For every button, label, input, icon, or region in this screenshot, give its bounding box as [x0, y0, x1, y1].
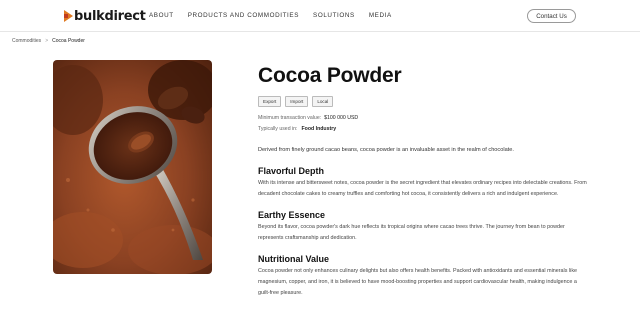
contact-us-button[interactable]: Contact Us: [527, 9, 576, 23]
tag-export: Export: [258, 96, 282, 107]
typically-used-value: Food Industry: [301, 126, 337, 132]
site-header: bulkdirect ABOUT PRODUCTS AND COMMODITIE…: [0, 0, 640, 32]
breadcrumb-current: Cocoa Powder: [52, 38, 85, 44]
trade-tags: Export Import Local: [258, 96, 598, 107]
section-heading-earthy-essence: Earthy Essence: [258, 210, 326, 220]
cocoa-powder-photo: [53, 60, 212, 274]
bulkdirect-logo[interactable]: bulkdirect: [64, 8, 146, 24]
nav-media[interactable]: MEDIA: [369, 12, 392, 19]
section-body-earthy-essence: Beyond its flavor, cocoa powder's dark h…: [258, 224, 565, 241]
section-heading-flavorful-depth: Flavorful Depth: [258, 166, 325, 176]
min-transaction: Minimum transaction value: $100 000 USD: [258, 115, 598, 122]
min-transaction-label: Minimum transaction value:: [258, 115, 322, 121]
min-transaction-value: $100 000 USD: [324, 115, 359, 121]
breadcrumb-commodities-link[interactable]: Commodities: [12, 38, 41, 44]
section-heading-nutritional-value: Nutritional Value: [258, 254, 330, 264]
breadcrumb: Commodities > Cocoa Powder: [12, 38, 85, 44]
logo-mark-icon: [64, 10, 73, 22]
typically-used: Typically used in: Food Industry: [258, 126, 598, 133]
nav-products-and-commodities[interactable]: PRODUCTS AND COMMODITIES: [188, 12, 299, 19]
product-content: Cocoa Powder Export Import Local Minimum…: [258, 60, 598, 299]
page-title: Cocoa Powder: [258, 64, 402, 87]
section-body-flavorful-depth: With its intense and bittersweet notes, …: [258, 180, 587, 197]
typically-used-label: Typically used in:: [258, 126, 298, 132]
section-body-nutritional-value: Cocoa powder not only enhances culinary …: [258, 268, 578, 296]
tag-local: Local: [312, 96, 334, 107]
breadcrumb-separator: >: [45, 38, 49, 44]
logo-text: bulkdirect: [74, 8, 146, 24]
nav-solutions[interactable]: SOLUTIONS: [313, 12, 355, 19]
nav-about[interactable]: ABOUT: [149, 12, 174, 19]
product-intro: Derived from finely ground cacao beans, …: [258, 147, 514, 153]
main-nav: ABOUT PRODUCTS AND COMMODITIES SOLUTIONS…: [149, 12, 406, 19]
tag-import: Import: [285, 96, 309, 107]
